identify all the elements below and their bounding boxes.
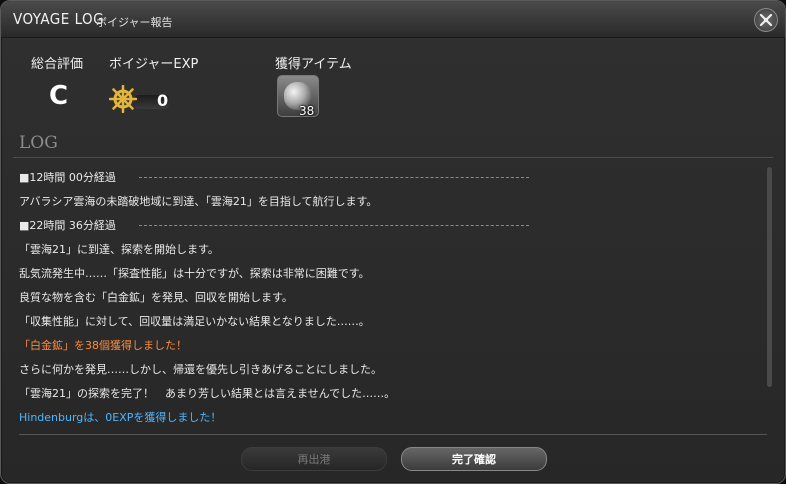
log-line-0: ■12時間 00分経過 bbox=[19, 171, 116, 184]
exp-value: 0 bbox=[157, 91, 169, 110]
close-x-icon[interactable] bbox=[754, 8, 778, 32]
confirm-button[interactable]: 完了確認 bbox=[401, 447, 547, 471]
log-dash-rule bbox=[139, 225, 529, 226]
window-title: VOYAGE LOG bbox=[13, 10, 105, 28]
log-line-10: Hindenburgは、0EXPを獲得しました！ bbox=[19, 411, 222, 424]
close-icon bbox=[759, 13, 773, 27]
log-panel[interactable]: ■12時間 00分経過 アバラシア雲海の未踏破地域に到達、「雲海21」を目指して… bbox=[11, 159, 765, 431]
exp-label: ボイジャーEXP bbox=[109, 57, 199, 72]
title-bar[interactable]: VOYAGE LOG ボイジャー報告 bbox=[1, 1, 785, 38]
rating-label: 総合評価 bbox=[31, 57, 84, 72]
rating-value: C bbox=[49, 81, 69, 111]
redeploy-button[interactable]: 再出港 bbox=[241, 447, 387, 471]
voyage-log-window: VOYAGE LOG ボイジャー報告 総合評価 ボイジャーEXP 獲得アイテム … bbox=[0, 0, 786, 484]
log-line-5: 良質な物を含む「白金鉱」を発見、回収を開始します。 bbox=[19, 291, 293, 304]
log-line-4: 乱気流発生中……「探査性能」は十分ですが、探索は非常に困難です。 bbox=[19, 267, 370, 280]
item-count: 38 bbox=[299, 104, 315, 118]
log-line-1: アバラシア雲海の未踏破地域に到達、「雲海21」を目指して航行します。 bbox=[19, 195, 378, 208]
log-line-2: ■22時間 36分経過 bbox=[19, 219, 116, 232]
log-line-6: 「収集性能」に対して、回収量は満足いかない結果となりました……。 bbox=[19, 315, 370, 328]
log-line-9: 「雲海21」の探索を完了！ あまり芳しい結果とは言えませんでした……。 bbox=[19, 387, 396, 400]
log-line-3: 「雲海21」に到達、探索を開始します。 bbox=[19, 243, 219, 256]
items-label: 獲得アイテム bbox=[275, 57, 352, 72]
log-line-8: さらに何かを発見……しかし、帰還を優先し引きあげることにしました。 bbox=[19, 363, 382, 376]
log-scrollbar[interactable] bbox=[767, 167, 772, 387]
footer-divider bbox=[19, 434, 767, 435]
log-heading: LOG bbox=[19, 133, 58, 153]
window-subtitle: ボイジャー報告 bbox=[96, 16, 173, 29]
ship-wheel-icon bbox=[109, 85, 137, 113]
log-dash-rule bbox=[139, 177, 529, 178]
log-divider bbox=[13, 157, 773, 158]
log-line-7: 「白金鉱」を38個獲得しました！ bbox=[19, 339, 187, 352]
